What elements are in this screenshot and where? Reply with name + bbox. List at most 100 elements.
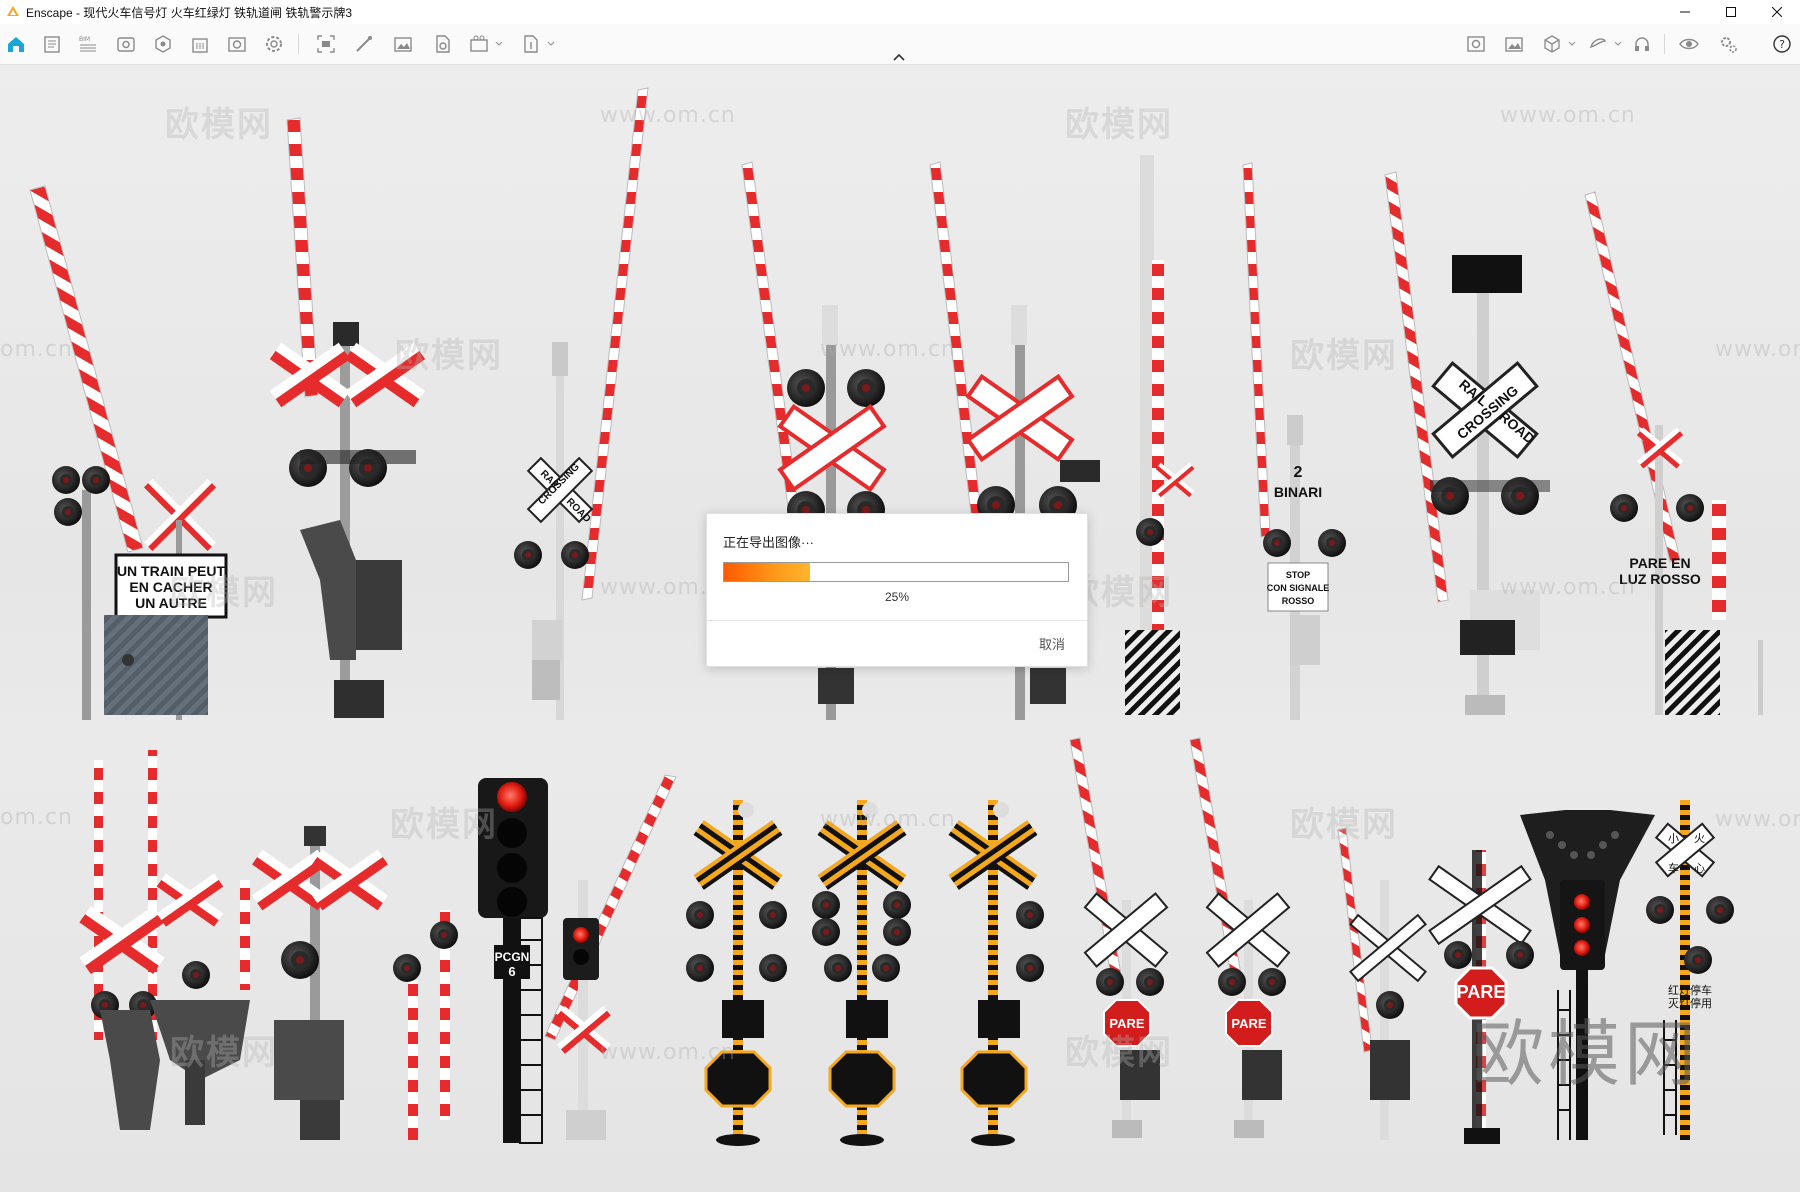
cancel-button[interactable]: 取消	[1035, 632, 1069, 655]
video-button[interactable]	[467, 32, 491, 56]
watermark-brand-large: 欧模网	[1472, 1012, 1701, 1096]
minimize-button[interactable]	[1662, 0, 1708, 24]
views-icon	[117, 37, 135, 52]
building-button[interactable]	[188, 32, 212, 56]
view-cube-icon	[1544, 35, 1560, 53]
settings-icon	[1721, 37, 1737, 53]
signal-binari: 2 BINARI STOP CON SIGNALE ROSSO	[1242, 162, 1346, 720]
draw-button[interactable]	[352, 32, 376, 56]
settings-gear-icon	[266, 36, 282, 52]
screenshot-button[interactable]	[391, 32, 415, 56]
watermark-url: www.om.cn	[820, 807, 956, 832]
home-icon	[8, 37, 24, 52]
views-button[interactable]	[114, 32, 138, 56]
watermark-brand: 欧模网	[170, 1033, 278, 1073]
help-icon: ?	[1773, 35, 1791, 53]
video-icon	[470, 35, 488, 52]
export-button[interactable]	[518, 32, 542, 56]
home-button[interactable]	[4, 32, 28, 56]
watermark-brand: 欧模网	[1065, 1033, 1173, 1073]
visual-settings-button[interactable]	[225, 32, 249, 56]
signal-japanese-2	[812, 800, 911, 1146]
watermark-url: www.om.cn	[1500, 103, 1636, 128]
video-dropdown-icon[interactable]	[494, 39, 504, 49]
close-icon	[1772, 7, 1782, 17]
material-editor-icon	[1467, 36, 1485, 52]
maximize-button[interactable]	[1708, 0, 1754, 24]
settings-button[interactable]	[1716, 32, 1740, 56]
pare-sign-line-1: PARE EN	[1629, 555, 1690, 571]
binari-label: BINARI	[1274, 484, 1322, 500]
toolbar: BIM ?	[0, 24, 1800, 65]
export-progress-bar	[723, 562, 1069, 582]
pcgn-number: 6	[508, 964, 515, 979]
signal-crossbuck-small: RAIL CROSSING ROAD	[514, 87, 649, 720]
watermark-brand: 欧模网	[1290, 336, 1398, 376]
vr-button[interactable]	[1586, 32, 1610, 56]
batch-render-button[interactable]	[430, 32, 454, 56]
svg-text:?: ?	[1779, 38, 1785, 51]
cn-cross-char-2: 火	[1694, 832, 1705, 845]
watermark-url-partial: om.cn	[0, 805, 73, 830]
signal-pare-luz: PARE EN LUZ ROSSO	[1584, 191, 1763, 715]
watermark-brand: 欧模网	[390, 805, 498, 845]
collapse-chevron-up-icon[interactable]	[892, 52, 906, 62]
binari-number: 2	[1294, 464, 1303, 481]
progress-percent: 25%	[884, 590, 910, 604]
window-title: Enscape - 现代火车信号灯 火车红绿灯 铁轨道闸 铁轨警示牌3	[26, 5, 353, 20]
signal-small-red-barrier	[544, 774, 677, 1140]
watermark-brand: 欧模网	[1065, 105, 1173, 145]
view-cube-button[interactable]	[1540, 32, 1564, 56]
capture-icon	[317, 35, 335, 53]
stop-sign-line-3: ROSSO	[1282, 596, 1315, 606]
watermark-brand: 欧模网	[395, 336, 503, 376]
stop-sign-line-2: CON SIGNALE	[1267, 583, 1330, 593]
watermark-brand: 欧模网	[1290, 805, 1398, 845]
capture-button[interactable]	[314, 32, 338, 56]
watermark-brand: 欧模网	[165, 105, 273, 145]
vr-dropdown-icon[interactable]	[1613, 39, 1623, 49]
vr-icon	[1590, 38, 1607, 49]
title-bar: Enscape - 现代火车信号灯 火车红绿灯 铁轨道闸 铁轨警示牌3	[0, 0, 1800, 24]
stop-sign-line-1: STOP	[1286, 570, 1310, 580]
watermark-brand: 欧模网	[170, 573, 278, 613]
watermark-url: www.om.cn	[600, 1040, 736, 1065]
watermark-url: www.om.cn	[1715, 337, 1800, 362]
asset-library-button[interactable]	[40, 32, 64, 56]
atmosphere-button[interactable]	[151, 32, 175, 56]
bim-info-button[interactable]: BIM	[76, 32, 100, 56]
atmosphere-icon	[155, 35, 171, 53]
pare-octagon-2: PARE	[1231, 1016, 1266, 1031]
watermark-url: www.om.cn	[600, 103, 736, 128]
svg-text:BIM: BIM	[79, 36, 90, 43]
screenshot-icon	[394, 37, 412, 52]
toolbar-separator	[298, 34, 299, 54]
signal-pare-barrier-1: PARE	[1069, 737, 1169, 1138]
draw-icon	[356, 36, 372, 52]
signal-pare-barrier-2: PARE	[1189, 737, 1291, 1138]
visibility-button[interactable]	[1677, 32, 1701, 56]
signal-japanese-1	[686, 800, 787, 1146]
image-button[interactable]	[1502, 32, 1526, 56]
settings-gear-button[interactable]	[262, 32, 286, 56]
export-icon	[524, 35, 538, 53]
image-icon	[1505, 37, 1523, 52]
cn-cross-char-3: 车	[1668, 861, 1679, 875]
progress-fill	[724, 563, 810, 581]
signal-italian-cross-pair	[252, 826, 388, 1140]
headset-icon	[1635, 37, 1649, 51]
cn-cross-char-1: 小	[1668, 832, 1679, 845]
close-button[interactable]	[1754, 0, 1800, 24]
view-cube-dropdown-icon[interactable]	[1567, 39, 1577, 49]
batch-render-icon	[436, 35, 450, 53]
visibility-eye-icon	[1679, 38, 1699, 50]
signal-japanese-3	[948, 800, 1044, 1146]
help-button[interactable]: ?	[1770, 32, 1794, 56]
material-editor-button[interactable]	[1464, 32, 1488, 56]
minimize-icon	[1680, 11, 1690, 13]
export-dropdown-icon[interactable]	[546, 39, 556, 49]
headset-button[interactable]	[1630, 32, 1654, 56]
dialog-divider	[707, 620, 1087, 621]
watermark-url: www.om.cn	[1500, 575, 1636, 600]
signal-french-barrier: UN TRAIN PEUT EN CACHER UN AUTRE	[29, 185, 228, 720]
